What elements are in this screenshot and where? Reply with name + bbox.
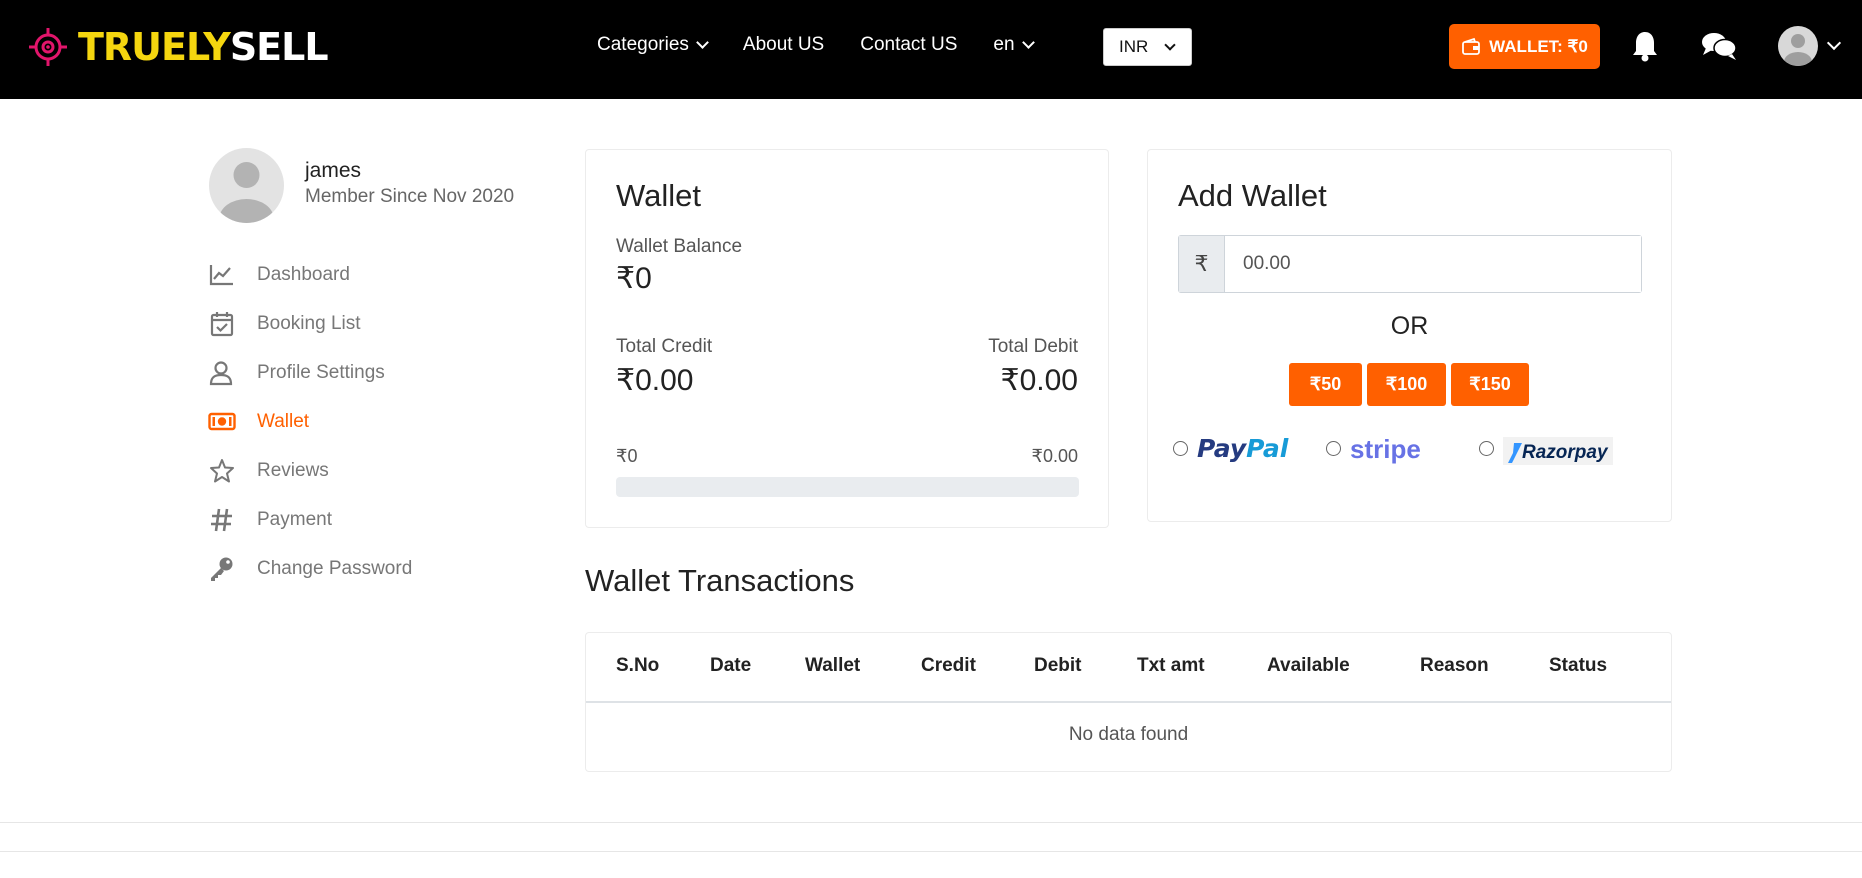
- bell-icon[interactable]: [1630, 29, 1660, 63]
- empty-table-message: No data found: [1068, 724, 1189, 745]
- nav-categories[interactable]: Categories: [597, 32, 709, 58]
- paypal-logo[interactable]: PayPal: [1197, 434, 1288, 463]
- quick-amount-150-button[interactable]: ₹150: [1451, 363, 1529, 406]
- user-avatar-icon: [219, 162, 274, 223]
- progress-max-label: ₹0.00: [1031, 446, 1079, 466]
- wallet-card: Wallet Wallet Balance ₹0 Total Credit ₹0…: [585, 149, 1109, 528]
- amount-input-group: ₹: [1178, 235, 1642, 293]
- col-status: Status: [1549, 655, 1608, 676]
- sidebar-item-booking-list[interactable]: Booking List: [208, 299, 412, 348]
- wallet-balance-label: Wallet Balance: [616, 236, 743, 257]
- wallet-title: Wallet: [616, 178, 701, 213]
- razorpay-logo[interactable]: Razorpay: [1503, 437, 1613, 465]
- member-since: Member Since Nov 2020: [305, 186, 515, 207]
- key-icon: [211, 557, 233, 581]
- site-logo[interactable]: TRUELYSELL: [28, 24, 329, 70]
- logo-text-part1: TRUELY: [78, 25, 231, 69]
- sidebar-item-label: Payment: [257, 508, 332, 530]
- nav-categories-label: Categories: [597, 34, 689, 55]
- transactions-title: Wallet Transactions: [585, 563, 855, 598]
- sidebar-item-label: Wallet: [257, 410, 310, 432]
- header-avatar[interactable]: [1778, 26, 1818, 66]
- money-icon: [208, 412, 236, 430]
- add-wallet-card: Add Wallet ₹ OR ₹50 ₹100 ₹150 PayPal str…: [1147, 149, 1672, 522]
- table-header-row: S.No Date Wallet Credit Debit Txt amt Av…: [586, 633, 1671, 703]
- wallet-button-label: WALLET: ₹0: [1489, 36, 1588, 56]
- footer-divider: [0, 822, 1862, 823]
- user-icon: [209, 360, 233, 385]
- or-separator: OR: [1390, 312, 1429, 340]
- currency-select[interactable]: INR: [1103, 28, 1192, 66]
- target-logo-icon: [29, 28, 67, 66]
- star-icon: [210, 458, 234, 482]
- razorpay-mark-icon: [1508, 442, 1522, 463]
- sidebar-item-label: Dashboard: [257, 263, 350, 285]
- col-reason: Reason: [1420, 655, 1489, 676]
- chevron-down-icon: [1164, 38, 1176, 51]
- chevron-down-icon: [696, 36, 709, 49]
- chevron-down-icon: [1021, 36, 1035, 49]
- col-wallet: Wallet: [805, 655, 861, 676]
- currency-prefix: ₹: [1179, 236, 1225, 292]
- wallet-icon: [1462, 37, 1481, 55]
- paypal-radio[interactable]: [1173, 441, 1188, 456]
- language-select[interactable]: en: [993, 32, 1035, 58]
- nav-about[interactable]: About US: [743, 32, 824, 58]
- total-debit-label: Total Debit: [988, 336, 1078, 357]
- col-available: Available: [1267, 655, 1350, 676]
- wallet-balance-value: ₹0: [616, 262, 652, 295]
- quick-amount-100-button[interactable]: ₹100: [1367, 363, 1446, 406]
- transactions-table: S.No Date Wallet Credit Debit Txt amt Av…: [585, 632, 1672, 772]
- user-avatar-icon: [1784, 34, 1812, 66]
- stripe-logo[interactable]: stripe: [1350, 434, 1421, 465]
- calendar-check-icon: [210, 311, 234, 336]
- header-wallet-button[interactable]: WALLET: ₹0: [1449, 24, 1600, 69]
- sidebar-item-dashboard[interactable]: Dashboard: [208, 250, 412, 299]
- sidebar-item-wallet[interactable]: Wallet: [208, 397, 412, 446]
- sidebar-item-change-password[interactable]: Change Password: [208, 544, 412, 593]
- footer-divider: [0, 851, 1862, 852]
- total-credit-label: Total Credit: [616, 336, 713, 357]
- col-date: Date: [710, 655, 752, 676]
- razorpay-radio[interactable]: [1479, 441, 1494, 456]
- logo-text: TRUELYSELL: [78, 24, 329, 70]
- nav-contact[interactable]: Contact US: [860, 32, 957, 58]
- stripe-radio[interactable]: [1326, 441, 1341, 456]
- add-wallet-title: Add Wallet: [1178, 178, 1327, 213]
- col-credit: Credit: [921, 655, 976, 676]
- wallet-progress-bar: [616, 477, 1079, 497]
- currency-value: INR: [1119, 37, 1149, 56]
- paypal-logo-part1: Pay: [1197, 434, 1247, 463]
- chat-icon[interactable]: [1700, 29, 1738, 63]
- col-debit: Debit: [1034, 655, 1082, 676]
- sidebar-item-profile-settings[interactable]: Profile Settings: [208, 348, 412, 397]
- razorpay-logo-text: Razorpay: [1522, 441, 1608, 463]
- chart-icon: [209, 264, 233, 285]
- sidebar-item-payment[interactable]: Payment: [208, 495, 412, 544]
- progress-min-label: ₹0: [616, 446, 638, 466]
- sidebar-item-label: Booking List: [257, 312, 361, 334]
- paypal-logo-part2: Pal: [1246, 434, 1289, 463]
- language-label: en: [993, 34, 1015, 55]
- sidebar-item-label: Profile Settings: [257, 361, 385, 383]
- quick-amount-50-button[interactable]: ₹50: [1289, 363, 1362, 406]
- hash-icon: [211, 508, 232, 531]
- sidebar-menu: Dashboard Booking List Profile Settings …: [208, 250, 412, 593]
- top-navbar: TRUELYSELL Categories About US Contact U…: [0, 0, 1862, 99]
- col-sno: S.No: [616, 655, 660, 676]
- sidebar-item-label: Change Password: [257, 557, 413, 579]
- main-nav: Categories About US Contact US en: [597, 32, 1069, 58]
- sidebar-item-reviews[interactable]: Reviews: [208, 446, 412, 495]
- chevron-down-icon[interactable]: [1826, 35, 1842, 51]
- total-debit-value: ₹0.00: [1000, 364, 1078, 397]
- profile-avatar: [209, 148, 284, 223]
- amount-input[interactable]: [1225, 236, 1641, 292]
- sidebar-item-label: Reviews: [257, 459, 329, 481]
- col-txt-amt: Txt amt: [1137, 655, 1205, 676]
- profile-name: james: [305, 159, 362, 182]
- total-credit-value: ₹0.00: [616, 364, 694, 397]
- logo-text-part2: SELL: [229, 25, 329, 69]
